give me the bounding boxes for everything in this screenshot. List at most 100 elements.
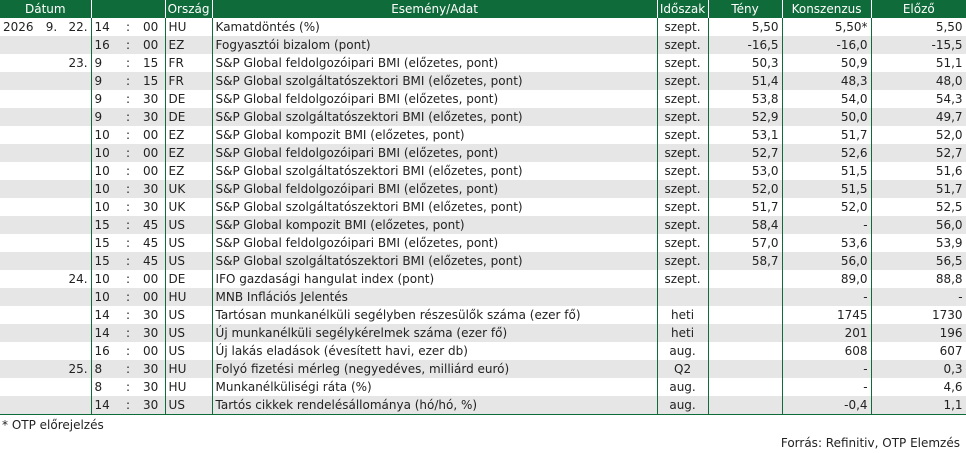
cell-actual xyxy=(707,396,783,415)
cell-consensus: 51,7 xyxy=(781,126,872,144)
cell-year xyxy=(0,252,40,270)
cell-country: HU xyxy=(164,360,213,378)
table-row: 9:30 DE S&P Global szolgáltatószektori BMI… xyxy=(0,108,966,126)
cell-actual: 52,0 xyxy=(707,180,783,198)
cell-consensus: 48,3 xyxy=(781,72,872,90)
cell-actual: 58,4 xyxy=(707,216,783,234)
cell-day: 25. xyxy=(63,360,92,378)
cell-actual xyxy=(707,342,783,360)
cell-consensus: 51,5 xyxy=(781,162,872,180)
cell-consensus: 52,6 xyxy=(781,144,872,162)
cell-month: 9. xyxy=(45,20,58,34)
cell-hour: 16 xyxy=(90,342,117,360)
cell-country: EZ xyxy=(164,144,213,162)
cell-previous: 49,7 xyxy=(870,108,966,126)
cell-actual: 52,9 xyxy=(707,108,783,126)
cell-hour: 14 xyxy=(90,18,117,36)
cell-time-separator: : xyxy=(116,324,141,342)
cell-month xyxy=(40,126,63,144)
cell-event: IFO gazdasági hangulat index (pont) xyxy=(211,270,658,288)
cell-previous: 1,1 xyxy=(870,396,966,415)
cell-consensus: - xyxy=(781,288,872,306)
cell-month xyxy=(40,360,63,378)
cell-previous: -15,5 xyxy=(870,36,966,54)
cell-day xyxy=(63,342,91,360)
header-actual: Tény xyxy=(707,0,783,18)
cell-year xyxy=(0,90,40,108)
table-row: 9:30 DE S&P Global feldolgozóipari BMI (el… xyxy=(0,90,966,108)
cell-minute: 30 xyxy=(143,308,159,322)
cell-actual xyxy=(707,306,783,324)
cell-country: DE xyxy=(164,108,213,126)
cell-minute: 30 xyxy=(140,108,166,126)
cell-hour: 14 xyxy=(90,306,117,324)
cell-consensus: 608 xyxy=(781,342,872,360)
cell-day: 24. xyxy=(68,272,88,286)
table-row: 10:00 EZ S&P Global kompozit BMI (előzetes… xyxy=(0,126,966,144)
cell-day xyxy=(63,180,92,198)
economic-calendar-table: Dátum Ország Esemény/Adat Időszak Tény K… xyxy=(0,0,966,415)
cell-event: S&P Global szolgáltatószektori BMI (előz… xyxy=(211,162,658,180)
cell-year xyxy=(0,198,40,216)
cell-consensus: 50,0 xyxy=(781,108,872,126)
cell-event: S&P Global feldolgozóipari BMI (előzetes… xyxy=(211,234,658,252)
cell-year xyxy=(0,162,40,180)
table-row: 15:45 US S&P Global feldolgozóipari BMI (e… xyxy=(0,234,966,252)
cell-day xyxy=(63,36,92,54)
cell-event: Kamatdöntés (%) xyxy=(211,18,658,36)
cell-month xyxy=(40,90,63,108)
cell-period: szept. xyxy=(656,108,709,126)
cell-year xyxy=(0,342,40,360)
cell-actual: 51,4 xyxy=(707,72,783,90)
cell-period: szept. xyxy=(656,198,709,216)
cell-year xyxy=(0,180,40,198)
cell-month xyxy=(40,162,63,180)
cell-month xyxy=(40,396,63,415)
cell-month xyxy=(40,180,63,198)
cell-hour: 10 xyxy=(90,180,117,198)
cell-day xyxy=(63,378,91,396)
header-country: Ország xyxy=(164,0,213,18)
cell-period: szept. xyxy=(656,90,709,108)
cell-country: DE xyxy=(164,90,213,108)
cell-previous: - xyxy=(870,288,966,306)
cell-minute: 30 xyxy=(143,380,159,394)
cell-period: szept. xyxy=(656,72,709,90)
cell-minute: 00 xyxy=(143,20,159,34)
cell-country: DE xyxy=(164,270,213,288)
cell-day xyxy=(63,162,91,180)
cell-year xyxy=(0,108,40,126)
cell-hour: 9 xyxy=(90,108,117,126)
cell-previous: 1730 xyxy=(870,306,966,324)
cell-time-separator: : xyxy=(116,144,141,162)
cell-period: szept. xyxy=(656,162,709,180)
table-row: 8:30 HU Munkanélküliségi ráta (%) aug. -4,6 xyxy=(0,378,966,396)
cell-event: S&P Global feldolgozóipari BMI (előzetes… xyxy=(211,54,658,72)
cell-month xyxy=(40,252,63,270)
cell-day xyxy=(63,234,91,252)
cell-consensus: - xyxy=(781,378,872,396)
cell-consensus: 201 xyxy=(781,324,872,342)
cell-time-separator: : xyxy=(116,72,141,90)
cell-actual: 53,8 xyxy=(707,90,783,108)
cell-minute: 30 xyxy=(143,92,159,106)
cell-minute: 00 xyxy=(140,36,166,54)
cell-hour: 9 xyxy=(90,54,117,72)
cell-year xyxy=(0,216,40,234)
cell-country: US xyxy=(164,324,213,342)
cell-country: UK xyxy=(164,198,213,216)
cell-actual: -16,5 xyxy=(707,36,783,54)
cell-hour: 8 xyxy=(90,378,117,396)
cell-time-separator: : xyxy=(126,164,131,178)
cell-period: szept. xyxy=(656,36,709,54)
table-row: 15:45 US S&P Global kompozit BMI (előzetes… xyxy=(0,216,966,234)
cell-period xyxy=(656,288,709,306)
header-previous: Előző xyxy=(870,0,966,18)
cell-country: FR xyxy=(164,72,213,90)
table-row: 10:00 EZ S&P Global feldolgozóipari BMI (e… xyxy=(0,144,966,162)
cell-actual xyxy=(707,360,783,378)
cell-actual xyxy=(707,324,783,342)
cell-event: Új munkanélküli segélykérelmek száma (ez… xyxy=(211,324,658,342)
cell-country: US xyxy=(164,216,213,234)
cell-previous: 4,6 xyxy=(870,378,966,396)
